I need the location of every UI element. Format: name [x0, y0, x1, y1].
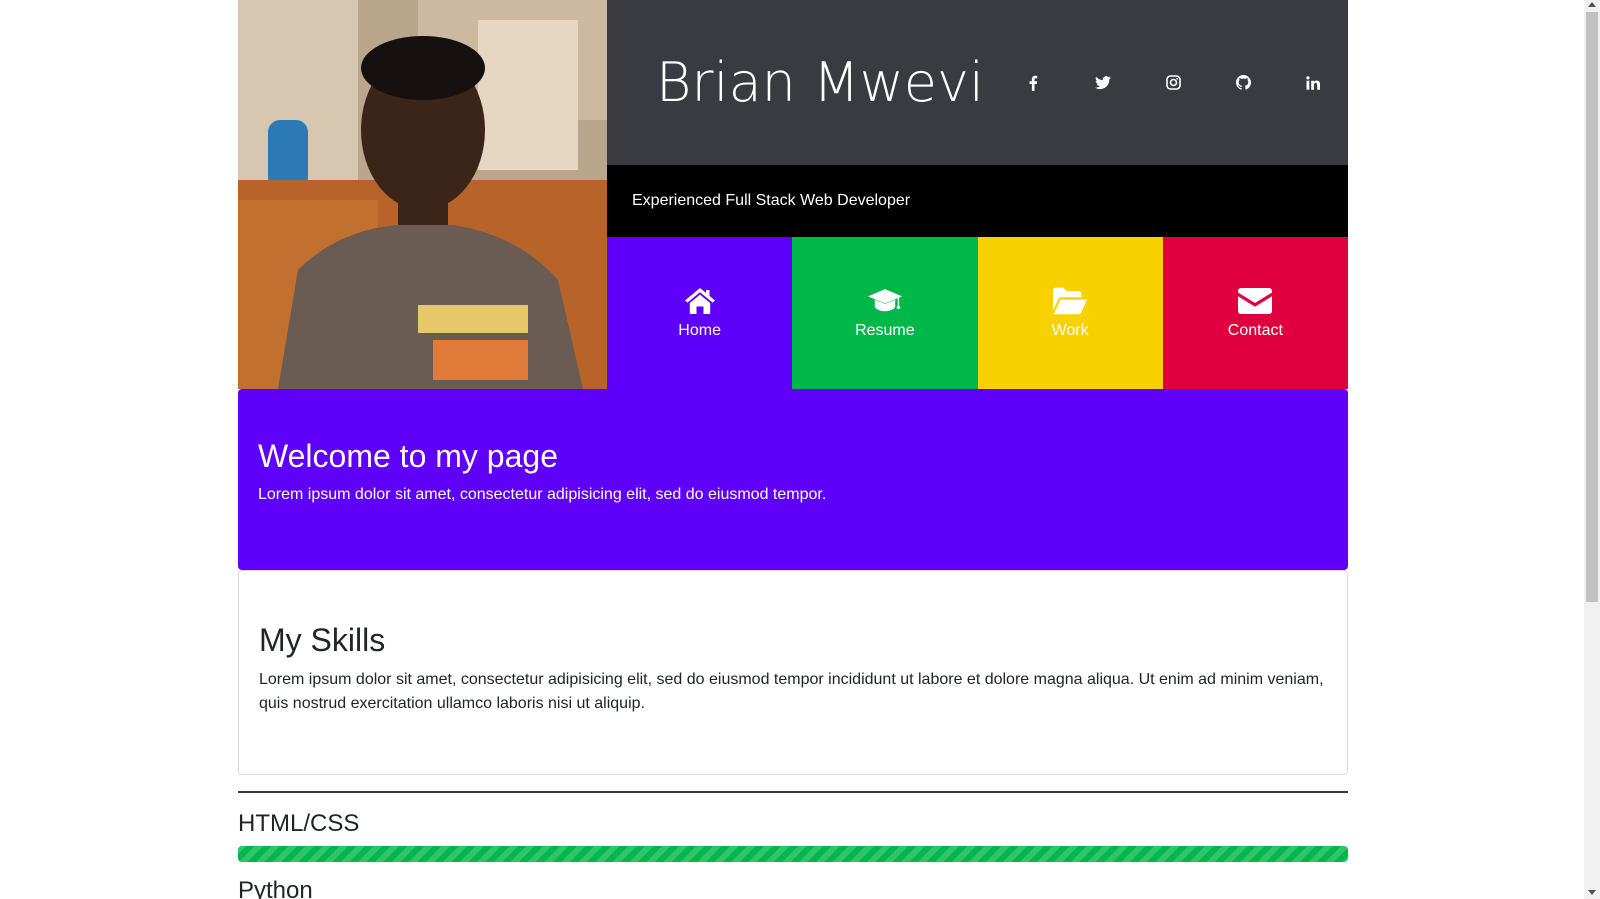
social-links — [998, 63, 1348, 103]
github-icon[interactable] — [1208, 63, 1278, 103]
skills-title: My Skills — [259, 622, 386, 658]
site-owner-name: Brian Mwevi — [656, 51, 984, 114]
nav-contact[interactable]: Contact — [1162, 237, 1348, 389]
profile-photo — [238, 0, 607, 389]
nav-contact-label: Contact — [1227, 322, 1283, 339]
welcome-banner: Welcome to my page Lorem ipsum dolor sit… — [238, 389, 1348, 570]
divider — [238, 791, 1348, 793]
header-right: Brian Mwevi Experienced Full Stack Web D… — [607, 0, 1348, 389]
nav-home-label: Home — [678, 322, 721, 339]
nav-work-label: Work — [1051, 322, 1089, 339]
instagram-icon[interactable] — [1138, 63, 1208, 103]
scroll-down-arrow-icon[interactable] — [1588, 890, 1596, 895]
skills-text: Lorem ipsum dolor sit amet, consectetur … — [259, 671, 1324, 713]
home-icon — [683, 286, 717, 316]
tagline: Experienced Full Stack Web Developer — [632, 192, 911, 209]
envelope-icon — [1238, 286, 1273, 316]
nav-work[interactable]: Work — [977, 237, 1163, 389]
progress-html-css — [238, 845, 1348, 862]
name-bar: Brian Mwevi — [607, 0, 1348, 165]
scrollbar[interactable] — [1584, 0, 1600, 899]
twitter-icon[interactable] — [1068, 63, 1138, 103]
linkedin-icon[interactable] — [1278, 63, 1348, 103]
skill-name-html-css: HTML/CSS — [238, 810, 360, 837]
header: Brian Mwevi Experienced Full Stack Web D… — [238, 0, 1348, 389]
graduation-cap-icon — [867, 286, 902, 316]
page: Brian Mwevi Experienced Full Stack Web D… — [0, 0, 1600, 899]
tagline-bar: Experienced Full Stack Web Developer — [607, 165, 1348, 237]
facebook-icon[interactable] — [998, 63, 1068, 103]
scroll-thumb[interactable] — [1586, 12, 1598, 602]
skill-name-python: Python — [238, 876, 313, 899]
nav-home[interactable]: Home — [607, 237, 793, 389]
nav-resume-label: Resume — [855, 322, 915, 339]
main-container: Brian Mwevi Experienced Full Stack Web D… — [238, 0, 1348, 899]
welcome-text: Lorem ipsum dolor sit amet, consectetur … — [258, 486, 827, 504]
main-nav: Home Resume Work Contact — [607, 237, 1348, 389]
profile-photo-illustration — [238, 0, 607, 389]
scroll-up-arrow-icon[interactable] — [1588, 2, 1596, 7]
progress-bar-html-css — [238, 845, 1348, 862]
welcome-title: Welcome to my page — [258, 438, 558, 474]
folder-open-icon — [1053, 286, 1088, 316]
nav-resume[interactable]: Resume — [792, 237, 978, 389]
skills-card: My Skills Lorem ipsum dolor sit amet, co… — [238, 570, 1348, 775]
